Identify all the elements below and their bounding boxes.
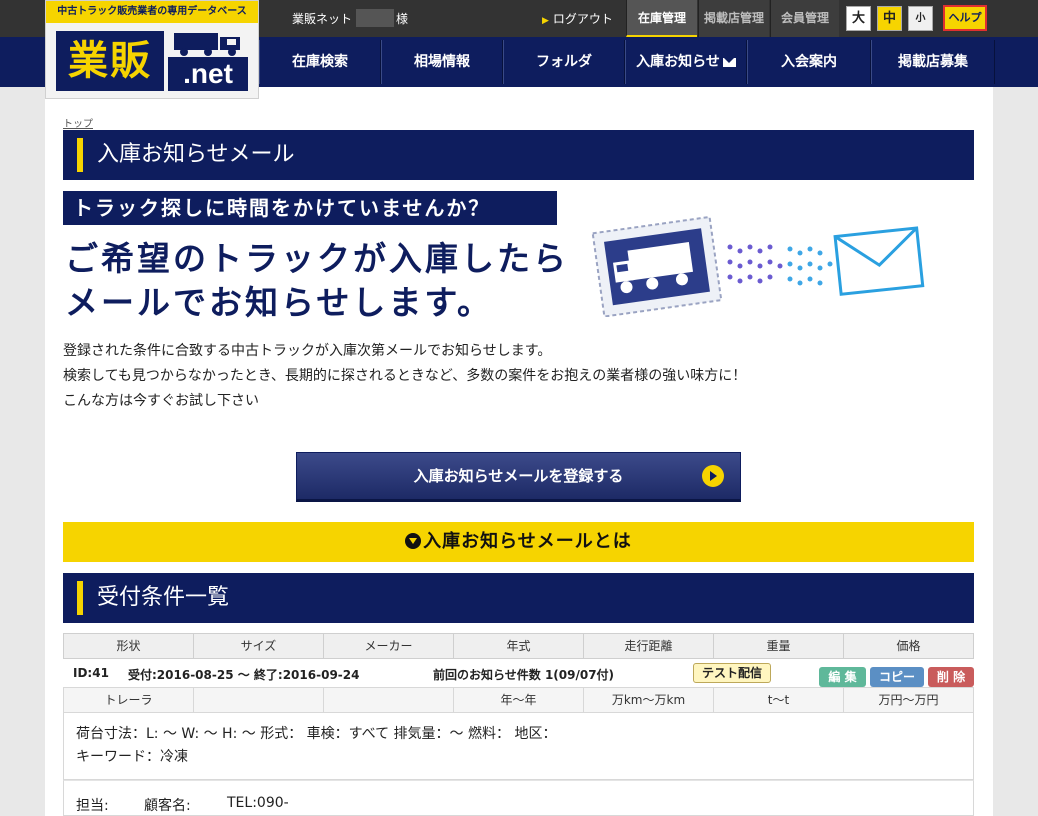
mail-icon [722, 57, 736, 67]
logo-mark: 業販 .net [56, 31, 248, 93]
font-size-small-button[interactable]: 小 [908, 6, 933, 31]
table-row: トレーラ 年〜年 万km〜万km t〜t 万円〜万円 [63, 687, 974, 713]
nav-item-arrival-notice-label: 入庫お知らせ [636, 54, 720, 70]
contact-tel: TEL:090- [227, 795, 289, 811]
column-header: 重量 [714, 634, 844, 658]
condition-detail: 荷台寸法：L: 〜 W: 〜 H: 〜 形式： 車検：すべて 排気量：〜 燃料：… [63, 713, 974, 780]
logo-kanji: 業販 [56, 31, 164, 91]
nav-item-inventory-search[interactable]: 在庫検索 [259, 40, 381, 84]
table-cell-year: 年〜年 [454, 688, 584, 712]
record-last-notice: 前回のお知らせ件数 1(09/07付) [433, 668, 615, 682]
font-size-medium-button[interactable]: 中 [877, 6, 902, 31]
column-header: 形状 [64, 634, 194, 658]
copy-button[interactable]: コピー [870, 667, 924, 687]
truck-mail-illustration [591, 215, 925, 317]
column-header: 年式 [454, 634, 584, 658]
user-suffix: 様 [396, 12, 409, 26]
column-header: メーカー [324, 634, 454, 658]
table-cell-shape: トレーラ [64, 688, 194, 712]
register-notice-label: 入庫お知らせメールを登録する [413, 467, 624, 485]
table-cell-weight: t〜t [714, 688, 844, 712]
logout-link[interactable]: ▶ ログアウト [542, 10, 613, 27]
table-cell-mileage: 万km〜万km [584, 688, 714, 712]
table-cell-maker [324, 688, 454, 712]
nav-item-folder[interactable]: フォルダ [503, 40, 625, 84]
nav-item-membership-info[interactable]: 入会案内 [747, 40, 871, 84]
table-cell-size [194, 688, 324, 712]
condition-detail-specs: 荷台寸法：L: 〜 W: 〜 H: 〜 形式： 車検：すべて 排気量：〜 燃料：… [76, 726, 557, 742]
nav-item-arrival-notice[interactable]: 入庫お知らせ [625, 40, 747, 84]
column-header: サイズ [194, 634, 324, 658]
tab-member-management[interactable]: 会員管理 [770, 0, 839, 37]
user-name-masked [356, 9, 394, 27]
promo-catch: トラック探しに時間をかけていませんか？ [63, 191, 557, 225]
promo-headline-line2: メールでお知らせします。 [65, 283, 494, 322]
logo-tagline: 中古トラック販売業者の専用データベース [46, 1, 258, 23]
record-dates: 受付:2016-08-25 〜 終了:2016-09-24 [128, 668, 360, 682]
arrow-right-icon: ▶ [542, 16, 549, 26]
site-logo[interactable]: 中古トラック販売業者の専用データベース 業販 .net [45, 0, 259, 99]
page-title: 入庫お知らせメール [63, 130, 974, 180]
column-header: 価格 [896, 639, 921, 653]
tab-inventory-management[interactable]: 在庫管理 [626, 0, 697, 37]
column-header: 走行距離 [584, 634, 714, 658]
condition-detail-keyword: キーワード：冷凍 [76, 749, 188, 765]
font-size-large-button[interactable]: 大 [846, 6, 871, 31]
tab-store-management[interactable]: 掲載店管理 [698, 0, 769, 37]
nav-item-market-info[interactable]: 相場情報 [381, 40, 503, 84]
description-line3: こんな方は今すぐお試し下さい [63, 393, 259, 409]
edit-button[interactable]: 編 集 [819, 667, 866, 687]
conditions-title: 受付条件一覧 [63, 573, 974, 623]
promo-headline: ご希望のトラックが入庫したら メールでお知らせします。 [65, 237, 585, 325]
register-notice-button[interactable]: 入庫お知らせメールを登録する [296, 452, 741, 502]
description-line1: 登録された条件に合致する中古トラックが入庫次第メールでお知らせします。 [63, 343, 552, 359]
delete-button[interactable]: 削 除 [928, 667, 974, 687]
play-arrow-icon [702, 465, 724, 487]
about-notice-label: 入庫お知らせメールとは [423, 531, 632, 552]
condition-contact: 担当: 顧客名: TEL:090- [63, 780, 974, 816]
truck-icon [174, 33, 240, 56]
promo-headline-line1: ご希望のトラックが入庫したら [65, 239, 569, 278]
conditions-table-header: 形状 サイズ メーカー 年式 走行距離 重量 価格 [63, 633, 974, 659]
about-notice-toggle[interactable]: 入庫お知らせメールとは [63, 522, 974, 562]
description: 登録された条件に合致する中古トラックが入庫次第メールでお知らせします。 検索して… [63, 339, 943, 414]
user-label: 業販ネット [292, 12, 353, 26]
help-button[interactable]: ヘルプ [943, 5, 987, 31]
logout-label: ログアウト [552, 12, 613, 26]
main-content: トップ 入庫お知らせメール トラック探しに時間をかけていませんか？ ご希望のトラ… [45, 87, 993, 816]
condition-record-info: ID:41 受付:2016-08-25 〜 終了:2016-09-24 前回のお… [63, 659, 974, 687]
logo-net: .net [168, 57, 248, 91]
table-cell-price: 万円〜万円 [878, 693, 939, 707]
nav-item-store-recruit[interactable]: 掲載店募集 [871, 40, 995, 84]
test-send-button[interactable]: テスト配信 [693, 663, 771, 683]
contact-person: 担当: [76, 798, 109, 814]
customer-name: 顧客名: [144, 798, 191, 814]
record-id: ID:41 [73, 666, 109, 680]
breadcrumb-top[interactable]: トップ [63, 115, 93, 130]
description-line2: 検索しても見つからなかったとき、長期的に探されるときなど、多数の案件をお抱えの業… [63, 368, 747, 384]
chevron-down-icon [405, 533, 422, 549]
